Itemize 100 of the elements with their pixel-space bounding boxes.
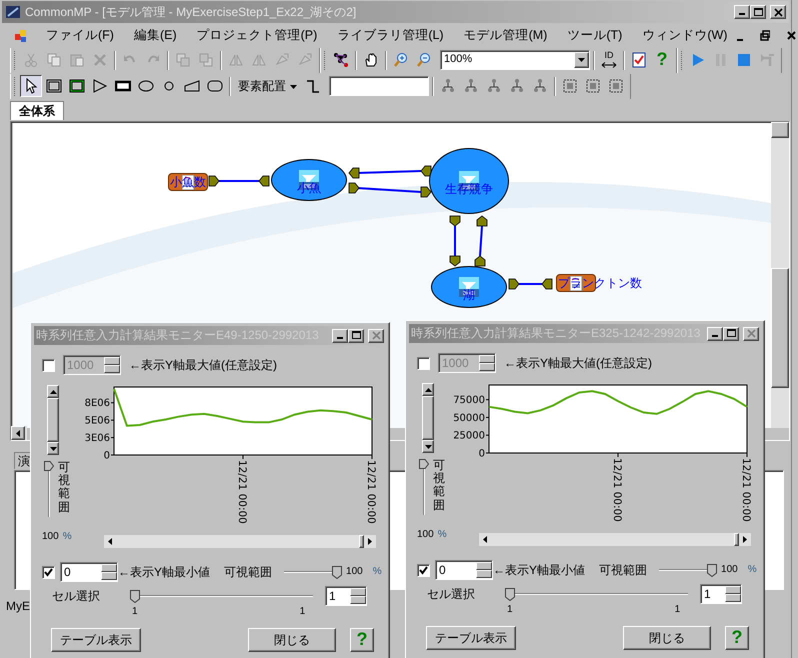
vertical-scrollbar[interactable] (771, 122, 789, 428)
close-icon (772, 6, 784, 18)
axis-tick-label: 75000 (453, 395, 485, 406)
close-button[interactable]: 閉じる (623, 626, 711, 650)
port-marker[interactable] (348, 182, 360, 194)
minimize-button[interactable] (734, 5, 750, 19)
group-icon (608, 78, 624, 94)
tree-layout-icon (509, 78, 525, 94)
scrollbar-thumb[interactable] (358, 535, 364, 548)
paste-icon (69, 52, 85, 68)
maximize-button[interactable] (723, 326, 739, 340)
cell-select-label: セル選択 (52, 588, 100, 604)
tree-layout-icon (486, 78, 502, 94)
axis-tick-label: 5E06 (84, 416, 110, 427)
pointer-button[interactable] (20, 75, 42, 97)
range-value: 100 (721, 564, 738, 576)
menu-item[interactable]: ツール(T) (557, 26, 632, 45)
up-arrow-icon (424, 388, 432, 392)
diagram-tab[interactable]: 全体系 (10, 100, 64, 120)
port-marker[interactable] (258, 176, 270, 186)
vertical-slider-track[interactable] (44, 461, 54, 517)
table-view-button[interactable]: テーブル表示 (51, 628, 141, 652)
slider-track[interactable] (284, 564, 342, 580)
cell-select-label: セル選択 (427, 586, 475, 602)
number-field[interactable]: 0 (435, 560, 493, 580)
connector-line[interactable] (356, 170, 422, 174)
menu-item[interactable]: ウィンドウ(W) (632, 26, 738, 45)
zoom-combo[interactable]: 100% (440, 50, 590, 70)
close-button[interactable] (786, 30, 798, 41)
maximize-button[interactable] (750, 5, 766, 19)
status-text: MyE (6, 599, 30, 614)
maximize-icon (752, 6, 764, 18)
slider-thumb[interactable] (332, 566, 342, 579)
menu-item[interactable]: 編集(E) (124, 26, 187, 45)
slider-thumb[interactable] (505, 588, 515, 601)
text-input-field[interactable] (329, 76, 429, 96)
port-marker[interactable] (420, 166, 432, 176)
percent-unit: % (62, 531, 72, 543)
copy-icon (46, 52, 62, 68)
menu-item[interactable]: ライブラリ管理(L) (327, 26, 454, 45)
port-marker[interactable] (208, 176, 220, 186)
percent-unit: % (748, 564, 757, 576)
framed-rectangle-icon (69, 78, 85, 94)
minimize-button[interactable] (707, 326, 723, 340)
id-button[interactable]: ID (598, 49, 620, 71)
checkbox[interactable] (42, 566, 55, 578)
slider-track[interactable] (659, 562, 718, 578)
scrollbar-thumb[interactable] (734, 533, 739, 546)
vertical-scrollbar[interactable] (47, 385, 59, 455)
stop-icon (736, 52, 752, 68)
horizontal-scrollbar[interactable] (104, 535, 376, 548)
number-field[interactable]: 1 (325, 586, 367, 606)
slider-thumb[interactable] (130, 590, 140, 603)
checkbox[interactable] (417, 356, 430, 370)
overlap-squares-icon (198, 52, 214, 68)
range-label: 可視範囲 (224, 564, 272, 580)
horizontal-scrollbar[interactable] (11, 426, 27, 440)
port-marker[interactable] (348, 168, 360, 178)
close-button[interactable]: 閉じる (248, 628, 336, 652)
right-arrow-icon (742, 536, 747, 543)
axis-tick-label: 12/21 00:00 (365, 460, 377, 524)
checkbox[interactable] (417, 564, 430, 576)
caret-icon (290, 84, 297, 89)
connector-line[interactable] (356, 187, 422, 193)
slider-thumb[interactable] (707, 564, 718, 577)
zoom-in-icon (393, 52, 409, 68)
layout-dropdown[interactable]: 要素配置 (234, 75, 301, 97)
vertical-scrollbar[interactable] (422, 383, 434, 453)
percent-value: 100 (42, 531, 59, 543)
slider-track[interactable] (505, 586, 688, 602)
minimize-icon (737, 39, 744, 41)
hand-icon (363, 52, 379, 68)
down-arrow-icon (424, 444, 432, 448)
slider-track[interactable] (130, 588, 313, 604)
left-arrow-icon (482, 536, 487, 543)
vertical-slider-track[interactable] (419, 459, 429, 515)
range-label: 可視範囲 (433, 459, 445, 514)
menu-item[interactable]: モデル管理(M) (454, 26, 558, 45)
slider-min-label: 1 (132, 606, 138, 618)
restore-button[interactable] (759, 30, 770, 41)
horizontal-scrollbar[interactable] (478, 533, 751, 546)
maximize-button[interactable] (348, 328, 364, 342)
menu-item[interactable]: ファイル(F) (36, 26, 124, 45)
table-view-button[interactable]: テーブル表示 (426, 626, 516, 650)
menu-item[interactable]: プロジェクト管理(P) (186, 26, 328, 45)
window-title: CommonMP - [モデル管理 - MyExerciseStep1_Ex22_湖その2] (25, 4, 358, 20)
minimize-button[interactable] (332, 328, 348, 342)
axis-tick-label: 3E06 (84, 433, 110, 444)
percent-unit: % (438, 529, 447, 541)
app-icon (5, 5, 21, 20)
maximize-icon (350, 330, 362, 341)
checkbox[interactable] (42, 358, 55, 372)
triangle-icon (274, 52, 290, 68)
number-field[interactable]: 0 (60, 562, 118, 582)
number-field[interactable]: 1 (700, 584, 742, 604)
model-element-node[interactable] (271, 159, 347, 201)
maximize-icon (724, 328, 738, 339)
x-mark-icon (92, 52, 108, 68)
triangles-icon (228, 52, 244, 68)
connector-line[interactable] (479, 226, 483, 256)
